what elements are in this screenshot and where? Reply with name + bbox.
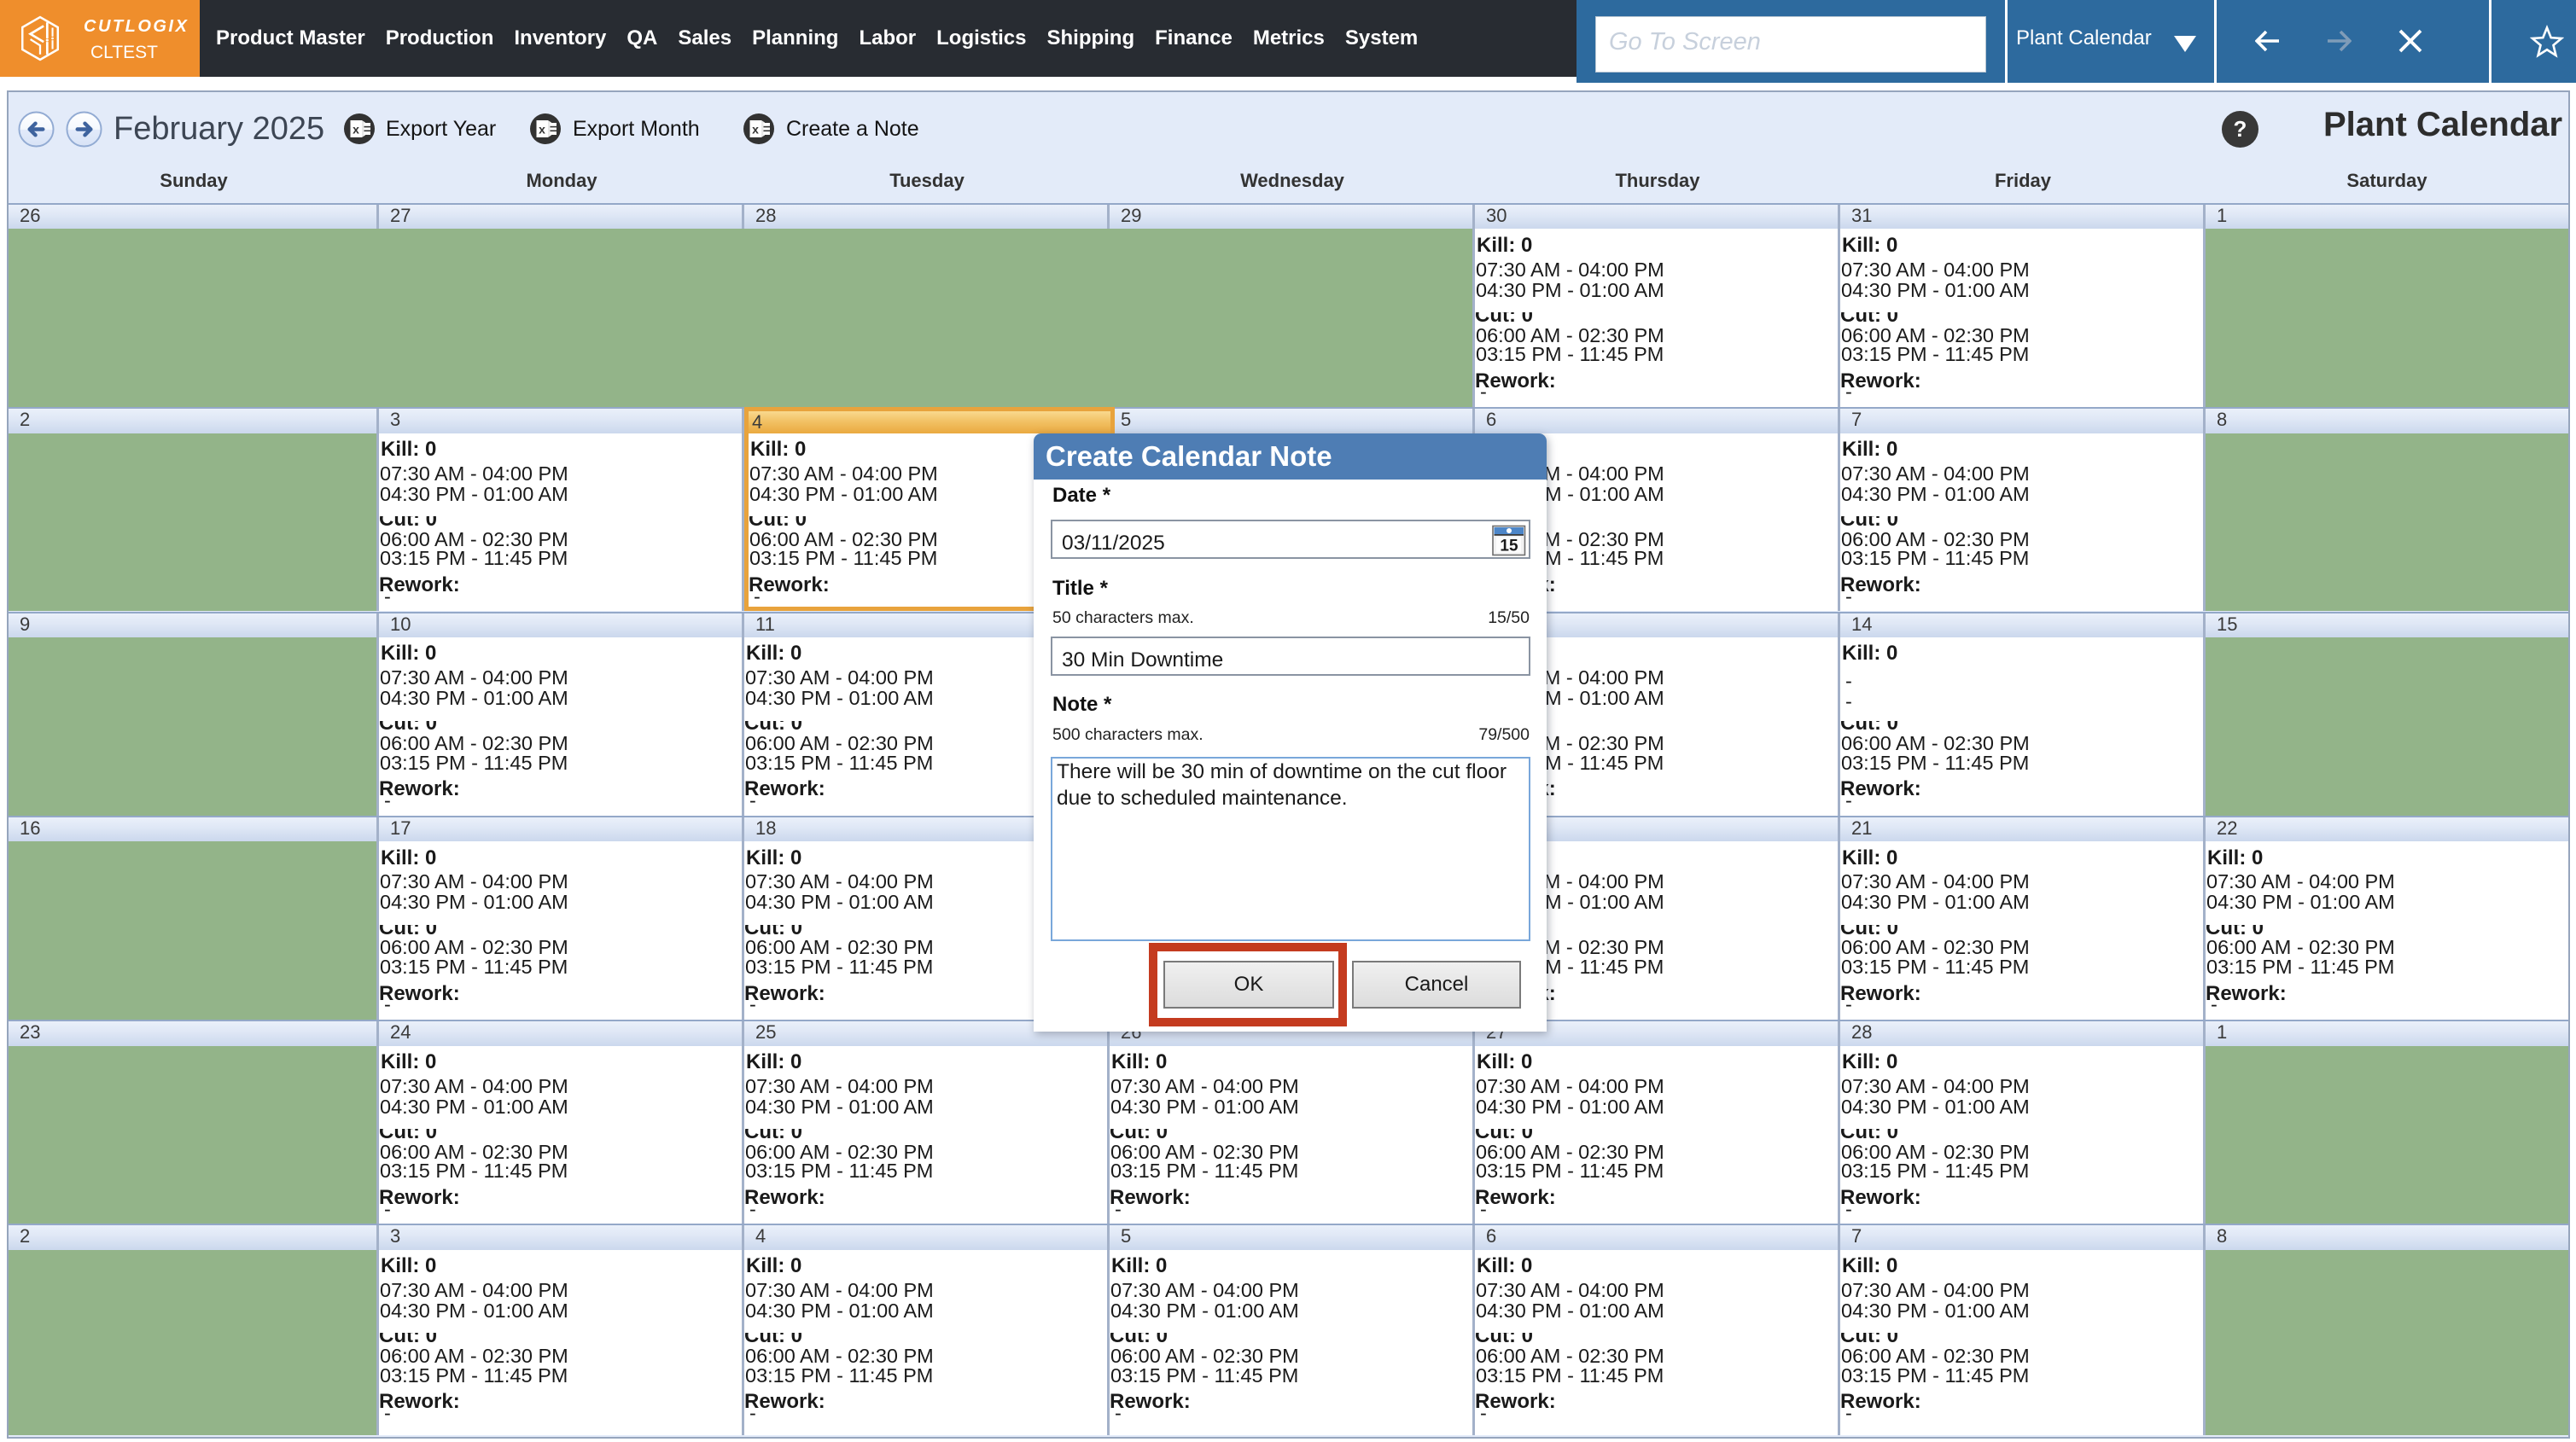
svg-text:?: ? (2234, 116, 2247, 142)
svg-text:x: x (752, 122, 759, 136)
svg-text:15: 15 (1500, 538, 1518, 555)
svg-text:x: x (353, 122, 359, 136)
svg-text:x: x (539, 122, 545, 136)
